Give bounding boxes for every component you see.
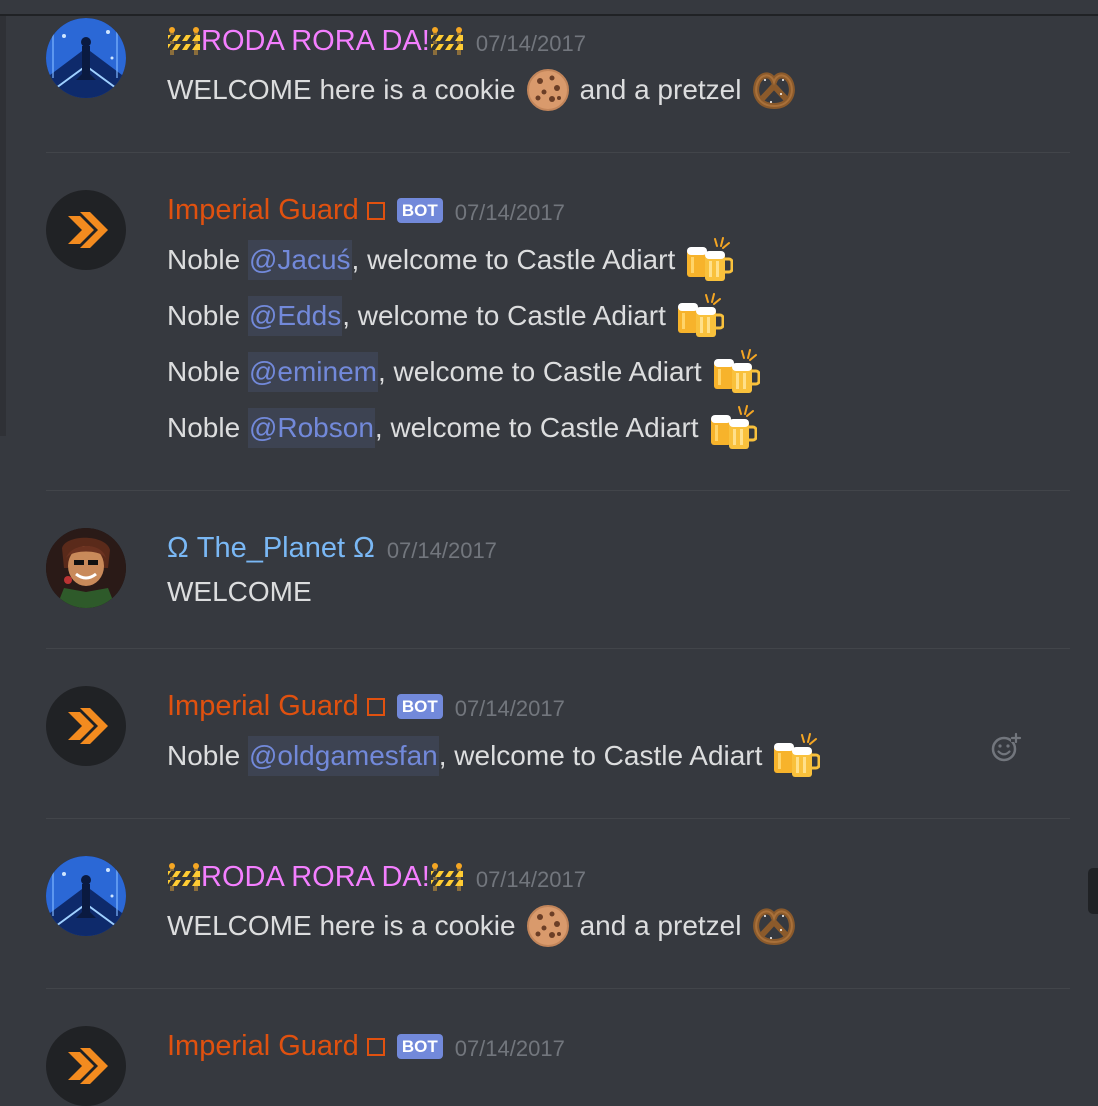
message-text: Noble — [167, 412, 241, 443]
message-header: Imperial Guard BOT 07/14/2017 — [167, 689, 565, 723]
timestamp: 07/14/2017 — [454, 200, 565, 225]
avatar[interactable] — [46, 1026, 126, 1106]
message-text: and a pretzel — [579, 74, 742, 105]
username[interactable]: Ω The_Planet Ω — [167, 532, 375, 565]
message-header: RODA RORA DA! 07/14/2017 — [167, 24, 586, 58]
message-text: Noble — [167, 740, 241, 771]
timestamp: 07/14/2017 — [475, 867, 586, 892]
avatar-image — [46, 18, 126, 98]
avatar[interactable] — [46, 18, 126, 98]
message-line: WELCOME here is a cookie and a pretzel — [167, 70, 797, 110]
message-line: Noble @Robson, welcome to Castle Adiart — [167, 408, 757, 448]
message-text: and a pretzel — [579, 910, 742, 941]
cookie-icon — [526, 68, 570, 112]
pretzel-icon — [751, 904, 797, 948]
message-text: WELCOME here is a cookie — [167, 910, 516, 941]
clinking-beer-mugs-icon — [685, 237, 733, 283]
message-header: Imperial Guard BOT 07/14/2017 — [167, 1029, 565, 1063]
username[interactable]: Imperial Guard — [167, 1030, 359, 1063]
message-text: Noble — [167, 244, 241, 275]
clinking-beer-mugs-icon — [712, 349, 760, 395]
construction-barrier-icon — [167, 863, 201, 891]
username[interactable]: RODA RORA DA! — [201, 861, 430, 894]
avatar[interactable] — [46, 856, 126, 936]
timestamp: 07/14/2017 — [454, 696, 565, 721]
user-mention[interactable]: @oldgamesfan — [247, 736, 439, 776]
message-text: Noble — [167, 356, 241, 387]
message-list: RODA RORA DA! 07/14/2017 WELCOME here is… — [0, 0, 1098, 1074]
message-divider — [46, 152, 1070, 153]
message-text: , welcome to Castle Adiart — [377, 356, 702, 387]
avatar[interactable] — [46, 686, 126, 766]
avatar-image — [46, 686, 126, 766]
avatar-image — [46, 1026, 126, 1106]
message-divider — [46, 818, 1070, 819]
message-text: , welcome to Castle Adiart — [342, 300, 666, 331]
avatar-image — [46, 856, 126, 936]
username[interactable]: Imperial Guard — [167, 690, 359, 723]
avatar-image — [46, 190, 126, 270]
scrollbar-thumb[interactable] — [1088, 868, 1098, 914]
message-text: WELCOME — [167, 576, 312, 607]
message-divider — [46, 648, 1070, 649]
message-text: , welcome to Castle Adiart — [438, 740, 763, 771]
message-header: Ω The_Planet Ω 07/14/2017 — [167, 531, 497, 565]
user-mention[interactable]: @Edds — [247, 296, 343, 336]
bot-tag: BOT — [396, 693, 443, 719]
unknown-glyph-box — [366, 698, 385, 716]
user-mention[interactable]: @Jacuś — [247, 240, 352, 280]
cookie-icon — [526, 904, 570, 948]
message-divider — [46, 988, 1070, 989]
message-line: Noble @Jacuś, welcome to Castle Adiart — [167, 240, 733, 280]
construction-barrier-icon — [430, 863, 464, 891]
pretzel-icon — [751, 68, 797, 112]
message-text: WELCOME here is a cookie — [167, 74, 516, 105]
add-reaction-icon[interactable] — [990, 732, 1022, 764]
username[interactable]: Imperial Guard — [167, 194, 359, 227]
user-mention[interactable]: @eminem — [247, 352, 378, 392]
user-mention[interactable]: @Robson — [247, 408, 375, 448]
timestamp: 07/14/2017 — [475, 31, 586, 56]
unknown-glyph-box — [366, 1038, 385, 1056]
unknown-glyph-box — [366, 202, 385, 220]
message-text: Noble — [167, 300, 241, 331]
timestamp: 07/14/2017 — [454, 1036, 565, 1061]
message-text: , welcome to Castle Adiart — [374, 412, 699, 443]
message-header: Imperial Guard BOT 07/14/2017 — [167, 193, 565, 227]
message-text: , welcome to Castle Adiart — [351, 244, 676, 275]
construction-barrier-icon — [430, 27, 464, 55]
message-line: WELCOME — [167, 572, 312, 612]
avatar-image — [46, 528, 126, 608]
message-line: WELCOME here is a cookie and a pretzel — [167, 906, 797, 946]
message-line: Noble @oldgamesfan, welcome to Castle Ad… — [167, 736, 820, 776]
clinking-beer-mugs-icon — [676, 293, 724, 339]
message-divider — [46, 490, 1070, 491]
message-header: RODA RORA DA! 07/14/2017 — [167, 860, 586, 894]
username[interactable]: RODA RORA DA! — [201, 25, 430, 58]
message-line: Noble @Edds, welcome to Castle Adiart — [167, 296, 724, 336]
avatar[interactable] — [46, 190, 126, 270]
message-line: Noble @eminem, welcome to Castle Adiart — [167, 352, 760, 392]
bot-tag: BOT — [396, 1033, 443, 1059]
timestamp: 07/14/2017 — [386, 538, 497, 563]
construction-barrier-icon — [167, 27, 201, 55]
bot-tag: BOT — [396, 197, 443, 223]
avatar[interactable] — [46, 528, 126, 608]
clinking-beer-mugs-icon — [709, 405, 757, 451]
clinking-beer-mugs-icon — [772, 733, 820, 779]
